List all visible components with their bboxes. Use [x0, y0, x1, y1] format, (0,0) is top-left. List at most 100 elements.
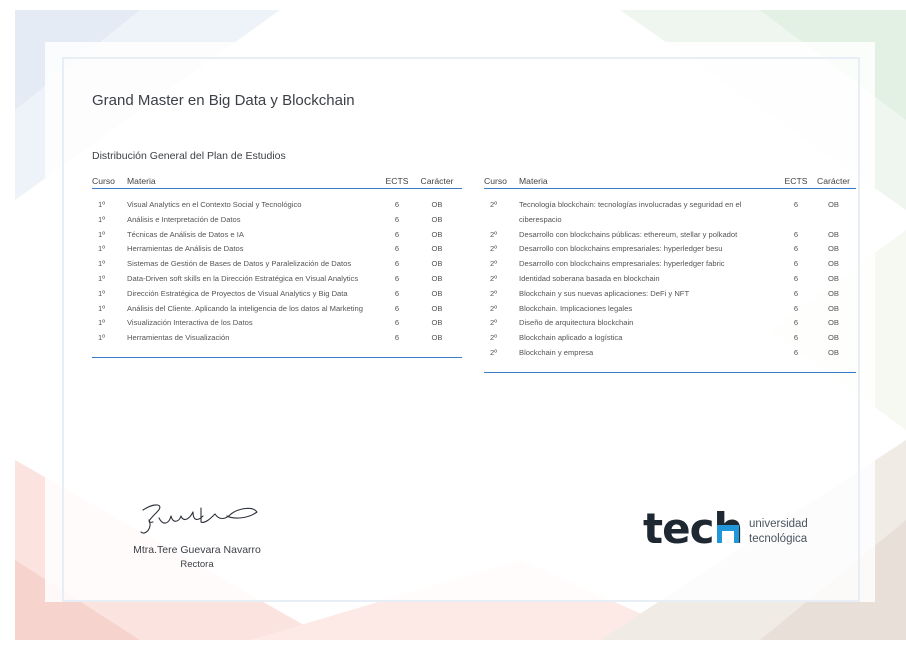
cell-caracter: OB [431, 303, 443, 313]
header-caracter: Carácter [811, 170, 856, 189]
cell-curso: 2º [490, 259, 497, 269]
table-header-row: Curso Materia ECTS Carácter [92, 170, 462, 189]
cell-ects: 6 [793, 200, 799, 209]
cell-curso: 2º [490, 229, 497, 239]
cell-materia: Herramientas de Visualización [127, 333, 230, 343]
courses-table-year2: Curso Materia ECTS Carácter 2º Tecnología… [484, 170, 856, 373]
tech-logo: tech [643, 504, 743, 553]
table-row: 1º Dirección Estratégica de Proyectos de … [92, 287, 462, 302]
cell-ects: 6 [793, 229, 799, 239]
cell-curso: 1º [98, 288, 105, 298]
cell-caracter: OB [431, 318, 443, 328]
cell-caracter: OB [431, 214, 443, 224]
table-row: 1º Visualización Interactiva de los Datos… [92, 316, 462, 331]
cell-ects: 6 [394, 259, 400, 269]
cell-materia: Análisis del Cliente. Aplicando la intel… [127, 303, 363, 313]
cell-caracter: OB [431, 288, 443, 298]
header-curso: Curso [484, 170, 519, 189]
table-row: 2º Identidad soberana basada en blockchai… [484, 272, 856, 287]
cell-materia: Desarrollo con blockchains públicas: eth… [519, 229, 738, 239]
cell-materia: Herramientas de Análisis de Datos [127, 244, 244, 254]
header-curso: Curso [92, 170, 127, 189]
cell-materia: Tecnología blockchain: tecnologías invol… [519, 200, 742, 224]
table-row: 1º Técnicas de Análisis de Datos e IA 6 OB [92, 228, 462, 243]
header-ects: ECTS [781, 170, 811, 189]
cell-materia: Análisis e Interpretación de Datos [127, 214, 241, 224]
cell-curso: 1º [98, 318, 105, 328]
cell-caracter: OB [828, 229, 839, 239]
cell-ects: 6 [793, 244, 799, 254]
header-ects: ECTS [382, 170, 412, 189]
cell-ects: 6 [793, 288, 799, 298]
cell-curso: 1º [98, 214, 105, 224]
cell-materia: Blockchain y empresa [519, 347, 594, 357]
cell-ects: 6 [793, 259, 799, 269]
plan-subtitle: Distribución General del Plan de Estudio… [92, 150, 286, 162]
signer-name: Mtra.Tere Guevara Navarro [133, 544, 261, 556]
cell-caracter: OB [431, 259, 443, 269]
cell-caracter: OB [828, 347, 839, 357]
cell-ects: 6 [394, 333, 400, 343]
cell-materia: Identidad soberana basada en blockchain [519, 273, 660, 283]
header-materia: Materia [127, 170, 382, 189]
cell-curso: 2º [490, 244, 497, 254]
cell-curso: 1º [98, 244, 105, 254]
cell-caracter: OB [431, 273, 443, 283]
cell-curso: 2º [490, 318, 497, 328]
cell-ects: 6 [394, 214, 400, 224]
table-row: 2º Blockchain y empresa 6 OB [484, 346, 856, 361]
table-row: 2º Blockchain aplicado a logística 6 OB [484, 331, 856, 346]
signature-scribble [140, 504, 258, 534]
program-title: Grand Master en Big Data y Blockchain [92, 92, 355, 109]
cell-caracter: OB [828, 318, 839, 328]
table-footer-rule [92, 345, 462, 358]
logo-line-tecnologica: tecnológica [749, 533, 808, 545]
cell-materia: Visualización Interactiva de los Datos [127, 318, 253, 328]
table-row: 2º Diseño de arquitectura blockchain 6 OB [484, 316, 856, 331]
cell-curso: 1º [98, 333, 105, 343]
cell-caracter: OB [431, 244, 443, 254]
cell-materia: Data-Driven soft skills en la Dirección … [127, 273, 359, 283]
table-row: 1º Sistemas de Gestión de Bases de Datos … [92, 257, 462, 272]
cell-ects: 6 [793, 333, 799, 343]
cell-ects: 6 [394, 288, 400, 298]
cell-materia: Diseño de arquitectura blockchain [519, 318, 634, 328]
table-footer-rule [484, 360, 856, 373]
cell-materia: Visual Analytics en el Contexto Social y… [127, 200, 302, 209]
cell-curso: 2º [490, 200, 497, 209]
cell-ects: 6 [394, 244, 400, 254]
cell-ects: 6 [793, 303, 799, 313]
cell-caracter: OB [431, 200, 443, 209]
table-row: 2º Blockchain. Implicaciones legales 6 OB [484, 302, 856, 317]
table-row: 2º Desarrollo con blockchains empresarial… [484, 242, 856, 257]
cell-caracter: OB [828, 303, 839, 313]
cell-ects: 6 [394, 273, 400, 283]
cell-curso: 2º [490, 347, 497, 357]
cell-caracter: OB [431, 229, 443, 239]
cell-caracter: OB [828, 333, 839, 343]
table-row: 1º Análisis e Interpretación de Datos 6 OB [92, 213, 462, 228]
cell-ects: 6 [394, 303, 400, 313]
cell-curso: 2º [490, 333, 497, 343]
table-row: 1º Visual Analytics en el Contexto Social… [92, 189, 462, 213]
cell-curso: 1º [98, 259, 105, 269]
cell-curso: 2º [490, 273, 497, 283]
cell-caracter: OB [828, 244, 839, 254]
table-row: 2º Blockchain y sus nuevas aplicaciones: … [484, 287, 856, 302]
cell-materia: Blockchain. Implicaciones legales [519, 303, 633, 313]
cell-materia: Dirección Estratégica de Proyectos de Vi… [127, 288, 348, 298]
table-row: 2º Desarrollo con blockchains empresarial… [484, 257, 856, 272]
cell-caracter: OB [828, 259, 839, 269]
table-row: 1º Herramientas de Análisis de Datos 6 OB [92, 242, 462, 257]
header-materia: Materia [519, 170, 781, 189]
cell-curso: 1º [98, 303, 105, 313]
cell-curso: 1º [98, 273, 105, 283]
cell-materia: Blockchain y sus nuevas aplicaciones: De… [519, 288, 690, 298]
header-caracter: Carácter [412, 170, 462, 189]
table-row: 1º Análisis del Cliente. Aplicando la int… [92, 302, 462, 317]
cell-materia: Desarrollo con blockchains empresariales… [519, 244, 723, 254]
signer-role: Rectora [180, 559, 214, 570]
cell-materia: Blockchain aplicado a logística [519, 333, 623, 343]
cell-curso: 2º [490, 288, 497, 298]
cell-ects: 6 [394, 318, 400, 328]
